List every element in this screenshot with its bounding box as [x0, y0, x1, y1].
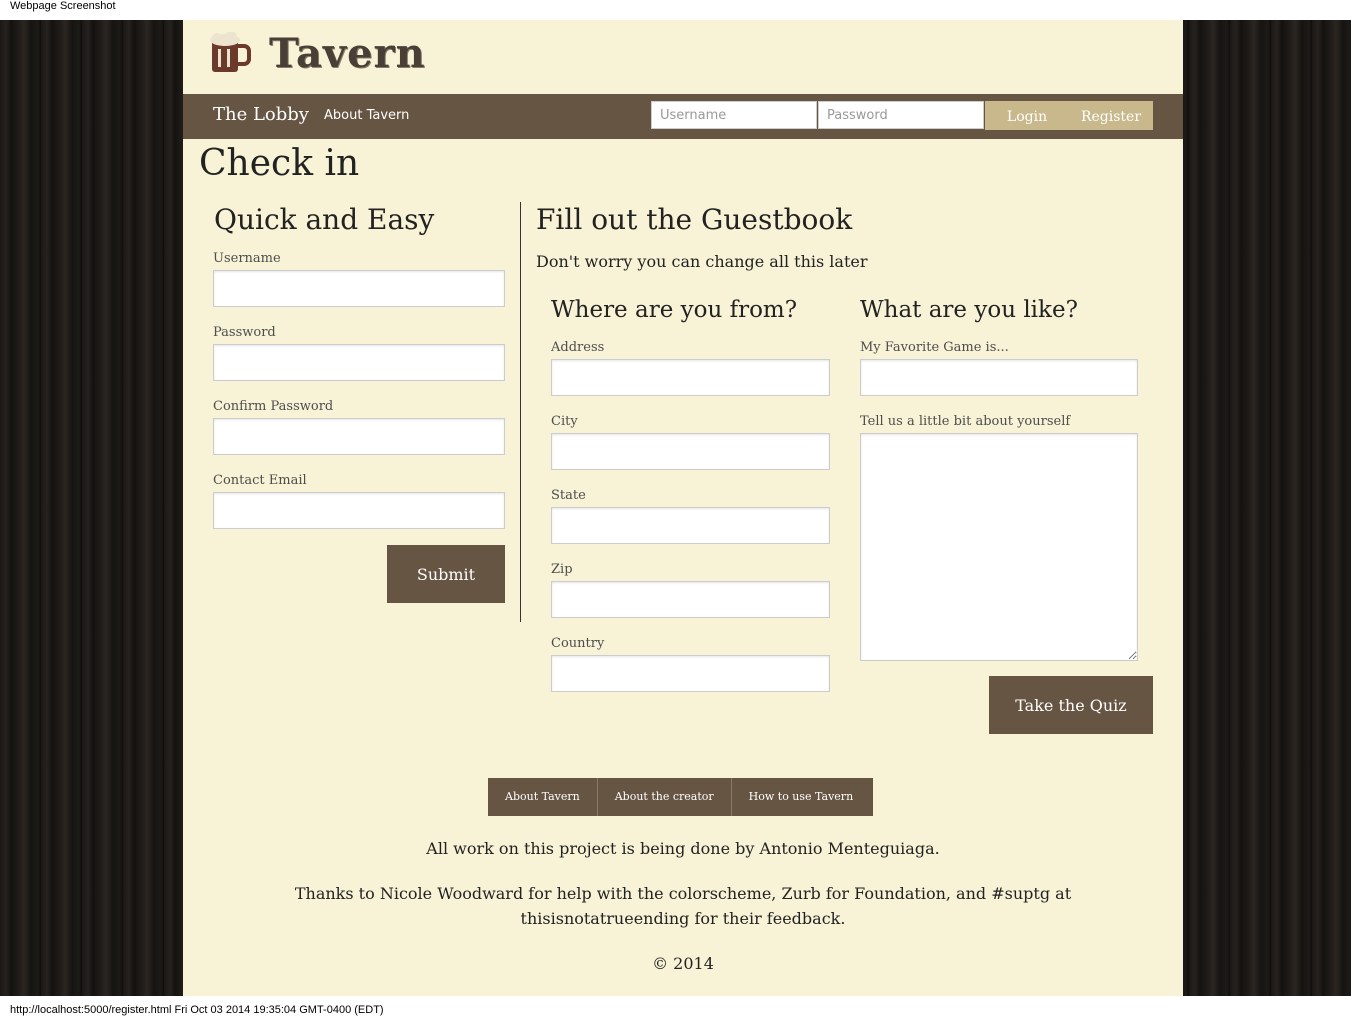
- nav-lobby-link[interactable]: The Lobby: [213, 104, 309, 125]
- confirm-password-field[interactable]: [213, 418, 505, 455]
- address-field[interactable]: [551, 359, 830, 396]
- footer-link-about-creator[interactable]: About the creator: [598, 778, 732, 816]
- footer-credit: All work on this project is being done b…: [426, 839, 940, 858]
- footer-link-about-tavern[interactable]: About Tavern: [488, 778, 598, 816]
- password-label: Password: [213, 325, 276, 340]
- email-field[interactable]: [213, 492, 505, 529]
- register-button[interactable]: Register: [1069, 101, 1153, 130]
- zip-field[interactable]: [551, 581, 830, 618]
- brand-name: Tavern: [269, 30, 426, 77]
- nav-about-link[interactable]: About Tavern: [324, 108, 409, 123]
- username-label: Username: [213, 251, 281, 266]
- like-title: What are you like?: [860, 297, 1078, 323]
- nav-password-input[interactable]: [818, 101, 984, 129]
- from-title: Where are you from?: [551, 297, 798, 323]
- print-header: Webpage Screenshot: [10, 0, 116, 12]
- email-label: Contact Email: [213, 473, 307, 488]
- column-divider: [520, 202, 521, 622]
- about-yourself-label: Tell us a little bit about yourself: [860, 414, 1071, 429]
- site-logo[interactable]: Tavern: [209, 30, 426, 77]
- footer-link-how-to-use[interactable]: How to use Tavern: [732, 778, 874, 816]
- address-label: Address: [551, 340, 605, 355]
- nav-username-input[interactable]: [651, 101, 817, 129]
- password-field[interactable]: [213, 344, 505, 381]
- footer-thanks: Thanks to Nicole Woodward for help with …: [294, 884, 1072, 928]
- guestbook-title: Fill out the Guestbook: [536, 203, 853, 236]
- state-label: State: [551, 488, 586, 503]
- country-label: Country: [551, 636, 605, 651]
- login-button[interactable]: Login: [985, 101, 1069, 130]
- guestbook-subtitle: Don't worry you can change all this late…: [536, 252, 868, 271]
- print-footer: http://localhost:5000/register.html Fri …: [10, 1004, 384, 1016]
- about-yourself-textarea[interactable]: [860, 433, 1138, 661]
- city-field[interactable]: [551, 433, 830, 470]
- favorite-game-field[interactable]: [860, 359, 1138, 396]
- state-field[interactable]: [551, 507, 830, 544]
- footer-nav: About Tavern About the creator How to us…: [488, 778, 874, 816]
- favorite-game-label: My Favorite Game is...: [860, 340, 1009, 355]
- beer-mug-icon: [210, 31, 251, 72]
- take-quiz-button[interactable]: Take the Quiz: [989, 676, 1153, 734]
- top-nav: The Lobby About Tavern Login Register: [183, 94, 1183, 139]
- page-title: Check in: [199, 143, 360, 184]
- city-label: City: [551, 414, 578, 429]
- confirm-password-label: Confirm Password: [213, 399, 334, 414]
- quick-title: Quick and Easy: [214, 203, 435, 236]
- submit-button[interactable]: Submit: [387, 545, 505, 603]
- username-field[interactable]: [213, 270, 505, 307]
- footer-copyright: © 2014: [652, 954, 714, 973]
- country-field[interactable]: [551, 655, 830, 692]
- page-container: Tavern The Lobby About Tavern Login Regi…: [183, 20, 1183, 996]
- zip-label: Zip: [551, 562, 573, 577]
